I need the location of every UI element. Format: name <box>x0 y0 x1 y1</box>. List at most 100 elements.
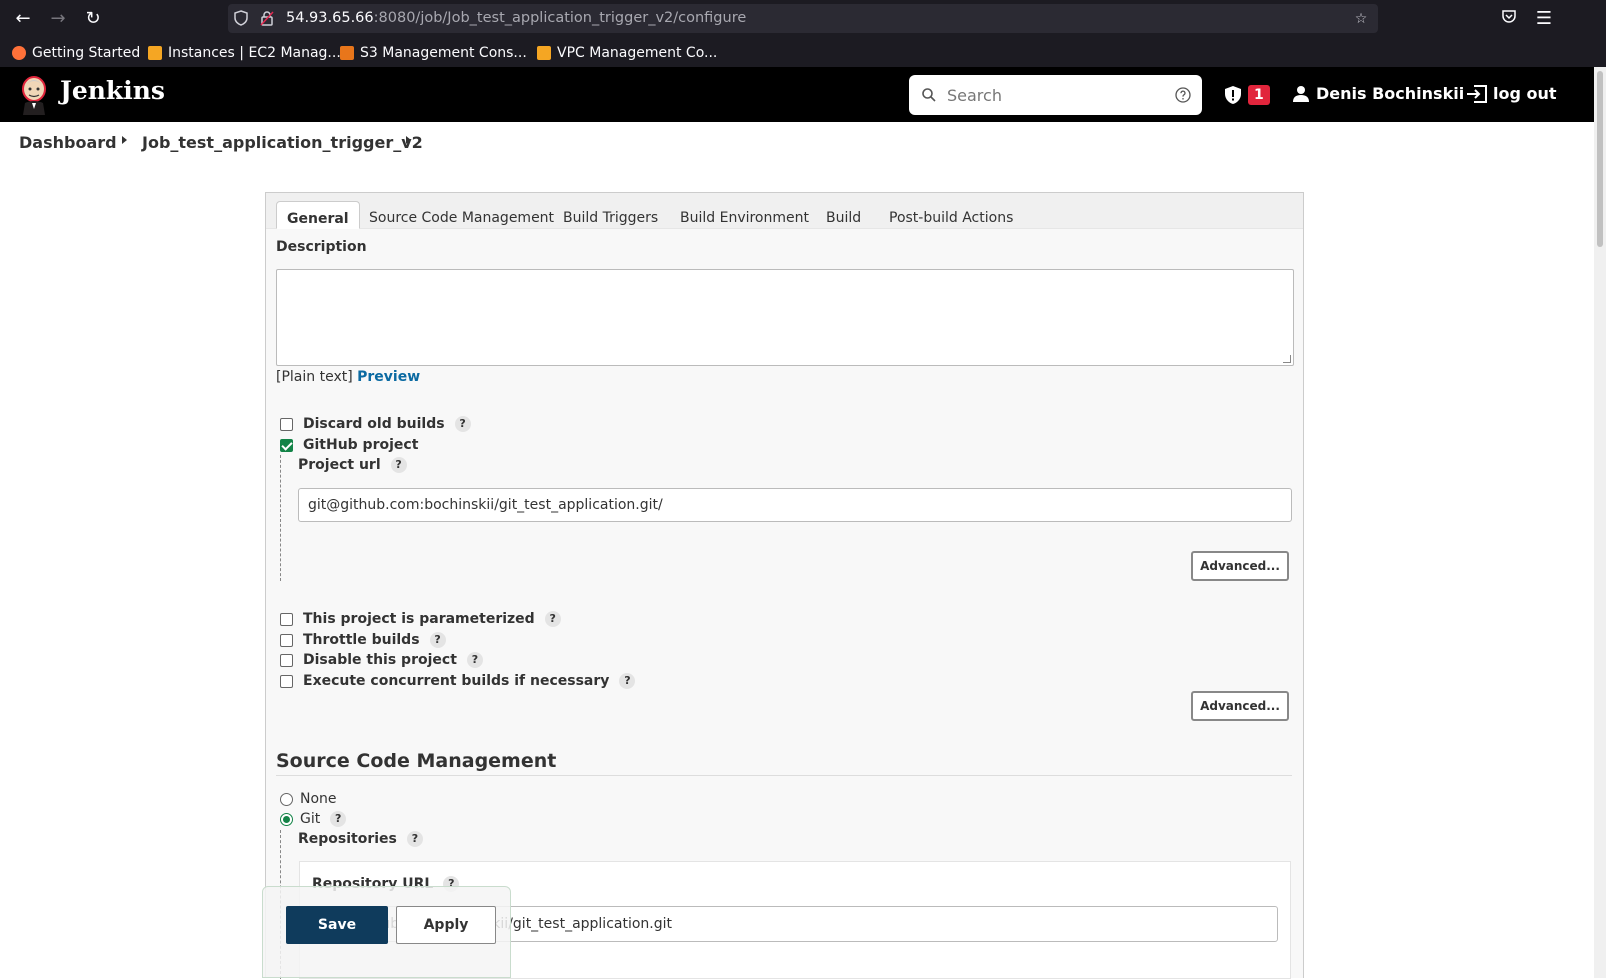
project-url-input[interactable] <box>298 488 1292 522</box>
help-circle-icon[interactable] <box>1175 87 1191 103</box>
section-divider <box>276 775 1292 776</box>
scrollbar-thumb[interactable] <box>1597 71 1603 247</box>
throttle-builds-checkbox[interactable] <box>280 633 293 647</box>
bookmark-label: Instances | EC2 Manag... <box>168 45 341 61</box>
help-icon[interactable]: ? <box>544 611 561 627</box>
github-project-option[interactable]: GitHub project <box>280 436 418 454</box>
bookmark-label: VPC Management Co... <box>557 45 718 61</box>
discard-old-builds-option[interactable]: Discard old builds ? <box>280 415 471 433</box>
config-panel: General Source Code Management Build Tri… <box>265 192 1304 979</box>
save-button[interactable]: Save <box>286 906 388 944</box>
bookmarks-toolbar: Getting Started Instances | EC2 Manag...… <box>0 38 1606 67</box>
tab-source-code-management[interactable]: Source Code Management <box>359 201 564 229</box>
logout-icon <box>1467 84 1487 103</box>
back-arrow-icon[interactable]: ← <box>12 8 34 30</box>
tab-build-environment[interactable]: Build Environment <box>670 201 819 229</box>
help-icon[interactable]: ? <box>619 673 636 689</box>
option-label: Discard old builds <box>303 416 445 432</box>
advanced-button-2[interactable]: Advanced... <box>1191 691 1289 721</box>
logout-label: log out <box>1493 84 1557 103</box>
search-box[interactable] <box>909 75 1202 115</box>
tab-post-build-actions[interactable]: Post-build Actions <box>879 201 1023 229</box>
advanced-button[interactable]: Advanced... <box>1191 551 1289 581</box>
tab-build[interactable]: Build <box>816 201 871 229</box>
github-project-checkbox[interactable] <box>280 438 293 452</box>
config-tabbar: General Source Code Management Build Tri… <box>266 193 1303 229</box>
aws-box-icon <box>148 46 162 60</box>
discard-old-builds-checkbox[interactable] <box>280 417 293 431</box>
breadcrumb-dashboard[interactable]: Dashboard <box>19 133 117 152</box>
preview-link[interactable]: Preview <box>357 369 420 385</box>
bookmark-star-icon[interactable]: ☆ <box>1352 10 1370 28</box>
help-icon[interactable]: ? <box>454 416 471 432</box>
pocket-icon[interactable] <box>1498 8 1520 30</box>
scm-none-radio[interactable] <box>280 792 293 806</box>
firefox-icon <box>12 46 26 60</box>
bookmark-getting-started[interactable]: Getting Started <box>12 43 140 63</box>
security-count-badge[interactable]: 1 <box>1248 85 1270 105</box>
apply-button[interactable]: Apply <box>396 906 496 944</box>
page-scrollbar[interactable] <box>1594 67 1606 978</box>
resize-grip-icon[interactable] <box>1283 355 1291 363</box>
project-url-label: Project url <box>298 457 381 473</box>
help-icon[interactable]: ? <box>390 457 407 473</box>
breadcrumb-chevron-icon[interactable] <box>406 136 411 144</box>
scm-section-title: Source Code Management <box>276 750 557 772</box>
app-title[interactable]: Jenkins <box>60 76 165 105</box>
throttle-builds-option[interactable]: Throttle builds ? <box>280 631 446 649</box>
jenkins-butler-logo[interactable] <box>18 75 50 115</box>
option-label: Git <box>300 811 321 827</box>
parameterized-checkbox[interactable] <box>280 612 293 626</box>
option-label: This project is parameterized <box>303 611 535 627</box>
bottom-action-bar: Save Apply <box>262 886 511 978</box>
disable-project-checkbox[interactable] <box>280 653 293 667</box>
help-icon[interactable]: ? <box>330 811 347 827</box>
description-label: Description <box>276 239 367 255</box>
user-name: Denis Bochinskii <box>1316 84 1465 103</box>
forward-arrow-icon[interactable]: → <box>47 8 69 30</box>
disable-project-option[interactable]: Disable this project ? <box>280 651 483 669</box>
user-menu[interactable]: Denis Bochinskii <box>1292 84 1464 103</box>
tracking-shield-icon[interactable] <box>232 10 250 28</box>
search-input[interactable] <box>947 83 1167 107</box>
repositories-label-row: Repositories ? <box>298 831 423 847</box>
lock-insecure-icon[interactable] <box>258 10 276 28</box>
breadcrumb-job[interactable]: Job_test_application_trigger_v2 <box>142 133 423 152</box>
breadcrumb: Dashboard Job_test_application_trigger_v… <box>0 122 1606 162</box>
option-label: Throttle builds <box>303 632 420 648</box>
description-textarea[interactable] <box>276 269 1294 366</box>
security-shield-icon[interactable] <box>1224 85 1242 105</box>
tab-general[interactable]: General <box>276 201 360 229</box>
project-url-label-row: Project url ? <box>298 457 407 473</box>
search-icon <box>922 88 936 102</box>
bookmark-vpc[interactable]: VPC Management Co... <box>537 43 717 63</box>
scm-git-radio[interactable] <box>280 812 293 826</box>
address-bar[interactable]: 54.93.65.66:8080/job/Job_test_applicatio… <box>228 4 1378 33</box>
menu-hamburger-icon[interactable]: ☰ <box>1533 8 1555 30</box>
scm-none-option[interactable]: None <box>280 790 337 808</box>
aws-box-icon <box>537 46 551 60</box>
reload-icon[interactable]: ↻ <box>82 8 104 30</box>
plain-text-label: [Plain text] <box>276 369 353 385</box>
aws-box-icon <box>340 46 354 60</box>
scm-git-option[interactable]: Git ? <box>280 810 347 828</box>
help-icon[interactable]: ? <box>466 652 483 668</box>
bookmark-s3[interactable]: S3 Management Cons... <box>340 43 527 63</box>
tab-build-triggers[interactable]: Build Triggers <box>553 201 668 229</box>
user-icon <box>1293 85 1309 102</box>
concurrent-builds-option[interactable]: Execute concurrent builds if necessary ? <box>280 672 636 690</box>
browser-toolbar: ← → ↻ 54.93.65.66:8080/job/Job_test_appl… <box>0 0 1606 38</box>
url-text: 54.93.65.66:8080/job/Job_test_applicatio… <box>286 10 747 26</box>
concurrent-builds-checkbox[interactable] <box>280 674 293 688</box>
parameterized-option[interactable]: This project is parameterized ? <box>280 610 561 628</box>
nested-section-line <box>280 455 281 581</box>
breadcrumb-chevron-icon[interactable] <box>122 136 127 144</box>
jenkins-header: Jenkins 1 Denis Bochinskii log out <box>0 67 1606 122</box>
repositories-label: Repositories <box>298 831 397 847</box>
help-icon[interactable]: ? <box>429 632 446 648</box>
help-icon[interactable]: ? <box>406 831 423 847</box>
option-label: GitHub project <box>303 437 419 453</box>
bookmark-ec2[interactable]: Instances | EC2 Manag... <box>148 43 341 63</box>
logout-link[interactable]: log out <box>1466 84 1557 103</box>
option-label: Execute concurrent builds if necessary <box>303 673 610 689</box>
